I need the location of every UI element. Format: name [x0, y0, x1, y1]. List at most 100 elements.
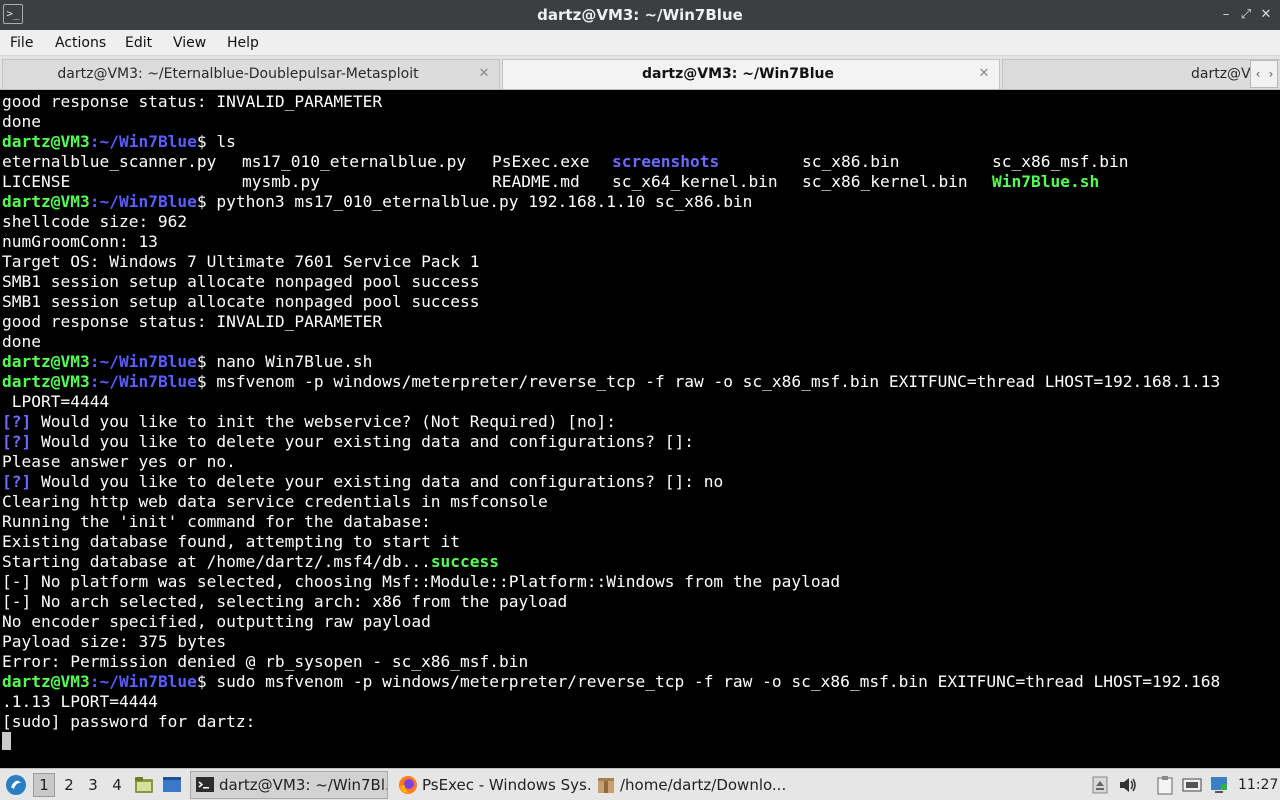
question-text: Would you like to delete your existing d…	[31, 432, 694, 451]
command-text: $ msfvenom -p windows/meterpreter/revers…	[196, 372, 1221, 391]
terminal-line: Target OS: Windows 7 Ultimate 7601 Servi…	[2, 252, 480, 271]
command-text: $ sudo msfvenom -p windows/meterpreter/r…	[196, 672, 1221, 691]
ls-entry: PsExec.exe	[492, 152, 590, 171]
terminal-cursor	[2, 732, 11, 750]
tab-scroll-buttons: ‹ ›	[1250, 60, 1278, 88]
workspace-2[interactable]: 2	[58, 769, 80, 800]
prompt-path: :~/Win7Blue	[89, 132, 197, 151]
status-text: Starting database at /home/dartz/.msf4/d…	[2, 552, 431, 571]
tray-eject-icon[interactable]	[1090, 769, 1110, 800]
terminal-line: dartz@VM3:~/Win7Blue$ python3 ms17_010_e…	[2, 192, 752, 212]
ls-entry: sc_x86_kernel.bin	[802, 172, 968, 191]
terminal-line: dartz@VM3:~/Win7Blue$ nano Win7Blue.sh	[2, 352, 372, 372]
prompt-user: dartz@VM3	[2, 192, 90, 211]
workspace-1[interactable]: 1	[33, 773, 55, 797]
terminal-line: Starting database at /home/dartz/.msf4/d…	[2, 552, 499, 572]
volume-icon[interactable]	[1116, 769, 1140, 800]
tab-close-icon[interactable]: ✕	[977, 67, 991, 81]
menu-edit[interactable]: Edit	[125, 30, 152, 56]
task-label: PsExec - Windows Sys...	[422, 776, 592, 794]
terminal-line: Clearing http web data service credentia…	[2, 492, 548, 511]
menu-view[interactable]: View	[173, 30, 206, 56]
terminal-line: good response status: INVALID_PARAMETER	[2, 312, 383, 331]
ls-entry: ms17_010_eternalblue.py	[242, 152, 467, 171]
terminal-line: Running the 'init' command for the datab…	[2, 512, 431, 531]
close-button[interactable]: ✕	[1258, 6, 1274, 24]
terminal-line: No encoder specified, outputting raw pay…	[2, 612, 431, 631]
terminal-line: Error: Permission denied @ rb_sysopen - …	[2, 652, 529, 671]
tab-close-icon[interactable]: ✕	[477, 67, 491, 81]
firefox-icon	[399, 776, 417, 794]
terminal-line: SMB1 session setup allocate nonpaged poo…	[2, 272, 480, 291]
tab-label: dartz@VM3: ~/Win7Blue	[642, 66, 834, 82]
terminal-line: [?] Would you like to init the webservic…	[2, 412, 616, 432]
terminal-line: dartz@VM3:~/Win7Blue$ sudo msfvenom -p w…	[2, 672, 1220, 692]
terminal-icon	[196, 777, 214, 792]
ls-entry: sc_x64_kernel.bin	[612, 172, 778, 191]
tab-win7blue[interactable]: dartz@VM3: ~/Win7Blue ✕	[502, 59, 1000, 89]
tab-bar: dartz@VM3: ~/Eternalblue-Doublepulsar-Me…	[0, 56, 1280, 90]
terminal-line: Please answer yes or no.	[2, 452, 236, 471]
tab-third[interactable]: dartz@V	[1002, 59, 1280, 89]
prompt-path: :~/Win7Blue	[89, 372, 197, 391]
terminal-line: [?] Would you like to delete your existi…	[2, 472, 723, 492]
workspace-3[interactable]: 3	[82, 769, 104, 800]
tab-scroll-right-icon[interactable]: ›	[1265, 66, 1277, 82]
terminal-output[interactable]: good response status: INVALID_PARAMETER d…	[0, 91, 1280, 767]
clock[interactable]: 11:27	[1238, 769, 1278, 800]
question-tag: [?]	[2, 412, 32, 431]
terminal-line: Payload size: 375 bytes	[2, 632, 227, 651]
tab-label: dartz@VM3: ~/Eternalblue-Doublepulsar-Me…	[57, 66, 419, 82]
terminal-line: [?] Would you like to delete your existi…	[2, 432, 694, 452]
terminal-line: done	[2, 112, 41, 131]
workspace-4[interactable]: 4	[106, 769, 128, 800]
task-archive[interactable]: /home/dartz/Downlo...	[592, 769, 790, 800]
terminal-line: Existing database found, attempting to s…	[2, 532, 461, 551]
tab-label: dartz@V	[1191, 66, 1251, 82]
question-text: Would you like to init the webservice? (…	[31, 412, 616, 431]
title-bar: >_ dartz@VM3: ~/Win7Blue – ⤢ ✕	[0, 0, 1280, 30]
updates-icon[interactable]	[1208, 769, 1230, 800]
menu-help[interactable]: Help	[227, 30, 259, 56]
task-terminal[interactable]: dartz@VM3: ~/Win7Bl...	[190, 771, 388, 799]
task-firefox[interactable]: PsExec - Windows Sys...	[394, 769, 592, 800]
command-text: $ ls	[196, 132, 236, 151]
terminal-line: shellcode size: 962	[2, 212, 188, 231]
terminal-line: [-] No platform was selected, choosing M…	[2, 572, 841, 591]
minimize-button[interactable]: –	[1218, 6, 1234, 24]
network-icon[interactable]	[1180, 769, 1204, 800]
prompt-user: dartz@VM3	[2, 672, 90, 691]
command-text: $ python3 ms17_010_eternalblue.py 192.16…	[196, 192, 753, 211]
window-title: dartz@VM3: ~/Win7Blue	[537, 6, 743, 24]
ls-entry: eternalblue_scanner.py	[2, 152, 217, 171]
prompt-user: dartz@VM3	[2, 352, 90, 371]
ls-entry: Win7Blue.sh	[992, 172, 1100, 191]
clipboard-icon[interactable]	[1154, 769, 1176, 800]
question-tag: [?]	[2, 472, 32, 491]
ls-entry: mysmb.py	[242, 172, 320, 191]
tab-eternalblue[interactable]: dartz@VM3: ~/Eternalblue-Doublepulsar-Me…	[2, 59, 500, 89]
terminal-line: [-] No arch selected, selecting arch: x8…	[2, 592, 568, 611]
ls-entry: LICENSE	[2, 172, 71, 191]
terminal-line: done	[2, 332, 41, 351]
terminal-line: dartz@VM3:~/Win7Blue$ msfvenom -p window…	[2, 372, 1220, 392]
file-manager-icon[interactable]	[132, 769, 156, 800]
terminal-line: .1.13 LPORT=4444	[2, 692, 158, 711]
show-desktop-icon[interactable]	[160, 769, 184, 800]
menu-actions[interactable]: Actions	[55, 30, 106, 56]
tab-scroll-left-icon[interactable]: ‹	[1252, 66, 1264, 82]
menu-bar: File Actions Edit View Help	[0, 30, 1280, 56]
prompt-path: :~/Win7Blue	[89, 192, 197, 211]
start-menu-icon[interactable]	[4, 769, 28, 800]
ls-entry: README.md	[492, 172, 580, 191]
question-text: Would you like to delete your existing d…	[31, 472, 724, 491]
terminal-line: good response status: INVALID_PARAMETER	[2, 92, 383, 111]
terminal-line: LPORT=4444	[2, 392, 110, 411]
archive-icon	[598, 778, 614, 793]
menu-file[interactable]: File	[10, 30, 33, 56]
terminal-line: SMB1 session setup allocate nonpaged poo…	[2, 292, 480, 311]
ls-entry: sc_x86.bin	[802, 152, 900, 171]
maximize-button[interactable]: ⤢	[1238, 6, 1254, 24]
ls-entry: screenshots	[612, 152, 720, 171]
ls-entry: sc_x86_msf.bin	[992, 152, 1129, 171]
